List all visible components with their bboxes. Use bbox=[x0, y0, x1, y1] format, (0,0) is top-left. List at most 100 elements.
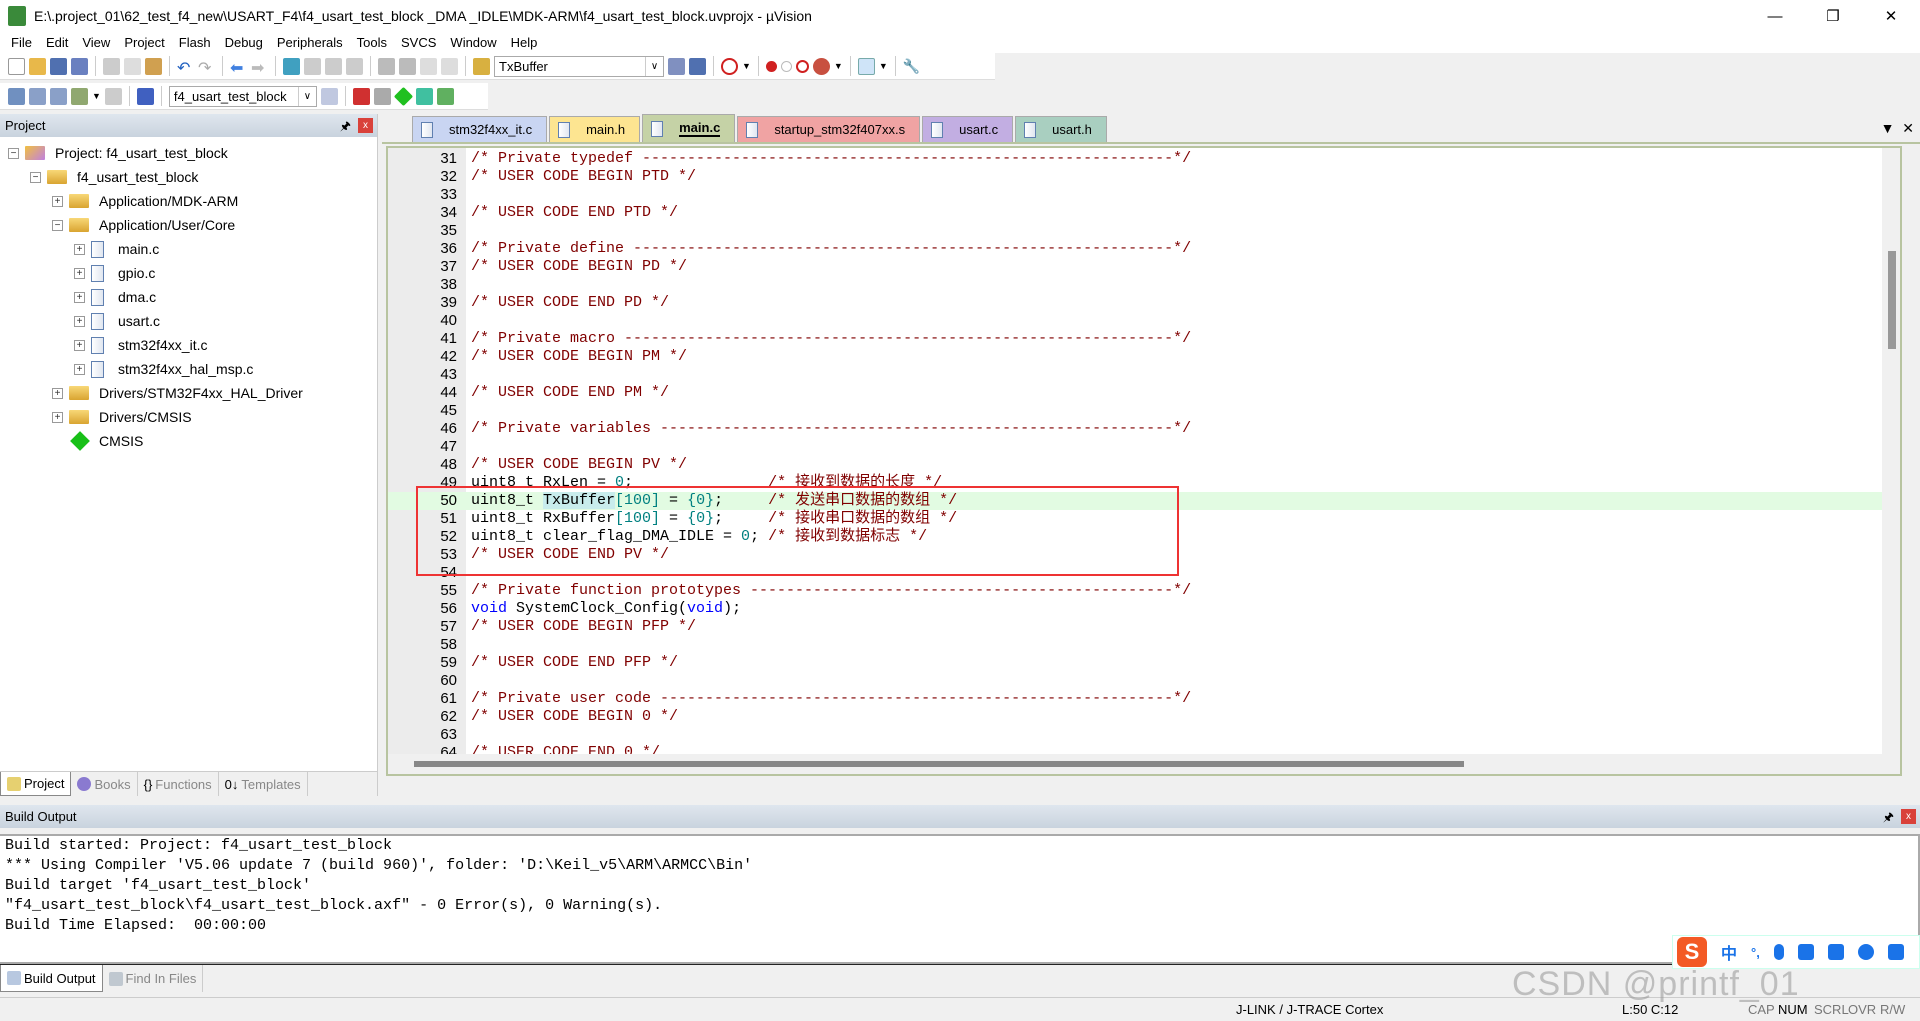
download-icon[interactable] bbox=[136, 87, 154, 105]
batch-build-icon[interactable] bbox=[71, 87, 88, 105]
expand-icon[interactable]: + bbox=[52, 195, 63, 207]
navigate-back-icon[interactable]: ⬅ bbox=[230, 58, 247, 77]
unindent-icon[interactable] bbox=[399, 57, 416, 75]
tree-item[interactable]: + Application/MDK-ARM bbox=[8, 189, 377, 213]
expand-icon[interactable]: + bbox=[52, 411, 63, 423]
undo-icon[interactable]: ↶ bbox=[177, 58, 194, 77]
tree-item[interactable]: + usart.c bbox=[8, 309, 377, 333]
tree-item[interactable]: + stm32f4xx_it.c bbox=[8, 333, 377, 357]
next-bookmark-icon[interactable] bbox=[325, 57, 342, 75]
expand-icon[interactable]: + bbox=[74, 363, 85, 375]
tab-project[interactable]: Project bbox=[0, 772, 72, 796]
tree-item[interactable]: + dma.c bbox=[8, 285, 377, 309]
redo-icon[interactable]: ↷ bbox=[198, 58, 215, 77]
rebuild-icon[interactable] bbox=[50, 87, 67, 105]
code-line[interactable]: 36 /* Private define --------------------… bbox=[388, 240, 1900, 258]
code-line[interactable]: 43 bbox=[388, 366, 1900, 384]
code-line[interactable]: 42 /* USER CODE BEGIN PM */ bbox=[388, 348, 1900, 366]
microphone-icon[interactable] bbox=[1773, 944, 1784, 960]
menu-edit[interactable]: Edit bbox=[39, 35, 75, 50]
chevron-down-icon[interactable]: ∨ bbox=[297, 86, 316, 106]
vertical-scroll-thumb[interactable] bbox=[1888, 251, 1896, 349]
tree-item[interactable]: + gpio.c bbox=[8, 261, 377, 285]
code-line[interactable]: 47 bbox=[388, 438, 1900, 456]
code-line[interactable]: 56 void SystemClock_Config(void); bbox=[388, 600, 1900, 618]
save-all-icon[interactable] bbox=[71, 57, 88, 75]
target-combo[interactable]: f4_usart_test_block ∨ bbox=[168, 85, 317, 107]
code-line[interactable]: 59 /* USER CODE END PFP */ bbox=[388, 654, 1900, 672]
tree-item[interactable]: − f4_usart_test_block bbox=[8, 165, 377, 189]
expand-icon[interactable]: + bbox=[74, 243, 85, 255]
uncomment-icon[interactable] bbox=[441, 57, 458, 75]
collapse-icon[interactable]: − bbox=[30, 171, 41, 183]
code-line[interactable]: 46 /* Private variables -----------------… bbox=[388, 420, 1900, 438]
menu-file[interactable]: File bbox=[4, 35, 39, 50]
collapse-icon[interactable]: − bbox=[8, 147, 19, 159]
menu-project[interactable]: Project bbox=[117, 35, 171, 50]
expand-icon[interactable]: + bbox=[74, 315, 85, 327]
tab-templates[interactable]: 0↓ Templates bbox=[219, 772, 308, 796]
expand-icon[interactable]: + bbox=[74, 291, 85, 303]
tree-item[interactable]: − Application/User/Core bbox=[8, 213, 377, 237]
new-file-icon[interactable] bbox=[8, 57, 25, 75]
code-line[interactable]: 41 /* Private macro ---------------------… bbox=[388, 330, 1900, 348]
tab-main-c[interactable]: main.c bbox=[642, 114, 736, 142]
pack-update-icon[interactable] bbox=[436, 87, 454, 105]
code-line[interactable]: 33 bbox=[388, 186, 1900, 204]
manage-rte-icon[interactable] bbox=[393, 86, 414, 106]
manage-project-items-icon[interactable] bbox=[352, 87, 370, 105]
enable-breakpoint-icon[interactable] bbox=[780, 60, 792, 72]
code-line[interactable]: 57 /* USER CODE BEGIN PFP */ bbox=[388, 618, 1900, 636]
code-line[interactable]: 60 bbox=[388, 672, 1900, 690]
find-icon[interactable] bbox=[668, 57, 685, 75]
tab-find-in-files[interactable]: Find In Files bbox=[103, 965, 204, 992]
tab-functions[interactable]: {} Functions bbox=[138, 772, 219, 796]
chevron-down-icon[interactable]: ∨ bbox=[645, 56, 663, 76]
code-line[interactable]: 31 /* Private typedef -------------------… bbox=[388, 150, 1900, 168]
vertical-scrollbar[interactable] bbox=[1882, 148, 1900, 774]
debug-session-icon[interactable] bbox=[721, 57, 738, 75]
tab-usart-h[interactable]: usart.h bbox=[1015, 116, 1107, 142]
code-line[interactable]: 45 bbox=[388, 402, 1900, 420]
code-line[interactable]: 35 bbox=[388, 222, 1900, 240]
target-options-icon[interactable] bbox=[320, 87, 338, 105]
pin-icon[interactable]: 🖈 bbox=[1883, 808, 1894, 829]
cut-icon[interactable] bbox=[103, 57, 120, 75]
tree-item[interactable]: + main.c bbox=[8, 237, 377, 261]
ime-punctuation-toggle[interactable]: °, bbox=[1751, 945, 1760, 960]
minimize-button[interactable]: — bbox=[1746, 0, 1804, 32]
code-line[interactable]: 55 /* Private function prototypes -------… bbox=[388, 582, 1900, 600]
emoji-icon[interactable] bbox=[1857, 944, 1874, 960]
ime-language-toggle[interactable]: 中 bbox=[1721, 940, 1737, 964]
code-editor[interactable]: 31 /* Private typedef -------------------… bbox=[386, 146, 1902, 776]
build-icon[interactable] bbox=[29, 87, 46, 105]
expand-icon[interactable]: + bbox=[74, 267, 85, 279]
menu-window[interactable]: Window bbox=[443, 35, 503, 50]
code-line[interactable]: 37 /* USER CODE BEGIN PD */ bbox=[388, 258, 1900, 276]
prev-bookmark-icon[interactable] bbox=[304, 57, 321, 75]
code-line[interactable]: 61 /* Private user code -----------------… bbox=[388, 690, 1900, 708]
code-line[interactable]: 44 /* USER CODE END PM */ bbox=[388, 384, 1900, 402]
tab-build-output[interactable]: Build Output bbox=[0, 965, 103, 992]
indent-icon[interactable] bbox=[378, 57, 395, 75]
tab-main-h[interactable]: main.h bbox=[549, 116, 641, 142]
find-combo[interactable]: TxBuffer ∨ bbox=[494, 55, 664, 77]
skin-shirt-icon[interactable] bbox=[1827, 944, 1844, 960]
tab-startup-stm32f407xx-s[interactable]: startup_stm32f407xx.s bbox=[737, 116, 921, 142]
stop-build-icon[interactable] bbox=[104, 87, 122, 105]
pin-icon[interactable]: 🖈 bbox=[340, 117, 351, 138]
menu-flash[interactable]: Flash bbox=[172, 35, 218, 50]
translate-icon[interactable] bbox=[8, 87, 25, 105]
toolbox-grid-icon[interactable] bbox=[1887, 944, 1904, 960]
code-line[interactable]: 34 /* USER CODE END PTD */ bbox=[388, 204, 1900, 222]
code-line[interactable]: 40 bbox=[388, 312, 1900, 330]
navigate-forward-icon[interactable]: ➡ bbox=[251, 58, 268, 77]
insert-breakpoint-icon[interactable] bbox=[765, 60, 777, 72]
clear-bookmarks-icon[interactable] bbox=[346, 57, 363, 75]
copy-icon[interactable] bbox=[124, 57, 141, 75]
restore-button[interactable]: ❐ bbox=[1804, 0, 1862, 32]
close-button[interactable]: ✕ bbox=[1862, 0, 1920, 32]
keyboard-icon[interactable] bbox=[1797, 944, 1814, 960]
tree-item[interactable]: + Drivers/CMSIS bbox=[8, 405, 377, 429]
menu-debug[interactable]: Debug bbox=[218, 35, 270, 50]
